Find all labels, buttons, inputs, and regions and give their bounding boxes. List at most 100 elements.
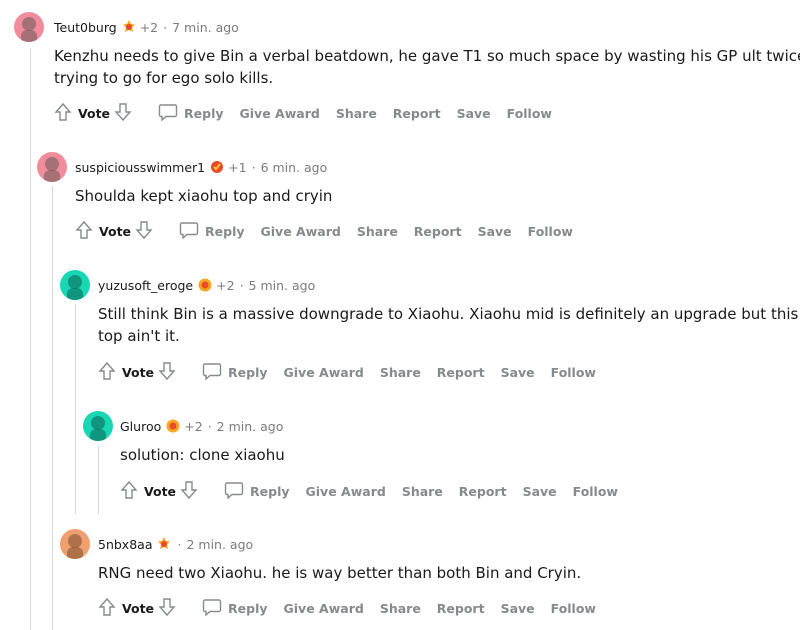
comment-line: Still think Bin is a massive downgrade t…: [98, 305, 799, 323]
username[interactable]: Teut0burg: [54, 20, 117, 35]
vote-label: Vote: [122, 601, 155, 616]
comment-line: solution: clone xiaohu: [120, 446, 285, 464]
upvote-icon[interactable]: [54, 102, 72, 125]
timestamp[interactable]: 2 min. ago: [217, 419, 284, 434]
comment-body: solution: clone xiaohu: [120, 444, 285, 466]
downvote-icon[interactable]: [114, 102, 132, 125]
save-button[interactable]: Save: [523, 484, 557, 499]
comment-actions: Vote Reply Give Award Share Report Save …: [98, 597, 596, 620]
downvote-icon[interactable]: [158, 361, 176, 384]
follow-button[interactable]: Follow: [551, 601, 596, 616]
follow-button[interactable]: Follow: [528, 224, 573, 239]
username[interactable]: suspiciousswimmer1: [75, 160, 205, 175]
reply-button[interactable]: Reply: [224, 481, 290, 502]
follow-button[interactable]: Follow: [573, 484, 618, 499]
comment-meta: Teut0burg +2 · 7 min. ago: [54, 19, 239, 35]
thread-line[interactable]: [30, 48, 31, 630]
downvote-icon[interactable]: [158, 597, 176, 620]
reply-button[interactable]: Reply: [179, 221, 245, 242]
reply-label: Reply: [228, 365, 268, 380]
separator: ·: [177, 536, 182, 552]
timestamp[interactable]: 6 min. ago: [261, 160, 328, 175]
save-button[interactable]: Save: [501, 601, 535, 616]
share-button[interactable]: Share: [357, 224, 398, 239]
avatar[interactable]: [60, 529, 90, 559]
reply-icon: [158, 103, 184, 124]
vote-label: Vote: [144, 484, 177, 499]
share-button[interactable]: Share: [380, 365, 421, 380]
comment-actions: Vote Reply Give Award Share Report Save …: [120, 480, 618, 503]
upvote-icon[interactable]: [75, 220, 93, 243]
comment-actions: Vote Reply Give Award Share Report Save …: [98, 361, 596, 384]
give-award-button[interactable]: Give Award: [284, 365, 364, 380]
comment-line: RNG need two Xiaohu. he is way better th…: [98, 564, 582, 582]
username[interactable]: yuzusoft_eroge: [98, 278, 193, 293]
report-button[interactable]: Report: [459, 484, 507, 499]
award-icon: [156, 536, 172, 552]
thread-line[interactable]: [75, 304, 76, 514]
share-button[interactable]: Share: [336, 106, 377, 121]
share-button[interactable]: Share: [402, 484, 443, 499]
report-button[interactable]: Report: [393, 106, 441, 121]
avatar[interactable]: [14, 12, 44, 42]
award-count: +2: [216, 277, 235, 293]
comment-line: Shoulda kept xiaohu top and cryin: [75, 187, 333, 205]
user-avatar-icon: [67, 275, 83, 300]
downvote-icon[interactable]: [180, 480, 198, 503]
reply-button[interactable]: Reply: [202, 598, 268, 619]
comment-meta: Gluroo +2 · 2 min. ago: [120, 418, 283, 434]
reply-button[interactable]: Reply: [202, 362, 268, 383]
timestamp[interactable]: 7 min. ago: [172, 20, 239, 35]
thread-line[interactable]: [98, 446, 99, 514]
comment-body: Shoulda kept xiaohu top and cryin: [75, 185, 332, 207]
user-avatar-icon: [67, 534, 83, 559]
comment-actions: Vote Reply Give Award Share Report Save …: [54, 102, 552, 125]
avatar[interactable]: [83, 411, 113, 441]
give-award-button[interactable]: Give Award: [240, 106, 320, 121]
comment-meta: yuzusoft_eroge +2 · 5 min. ago: [98, 277, 315, 293]
give-award-button[interactable]: Give Award: [306, 484, 386, 499]
reply-label: Reply: [184, 106, 224, 121]
report-button[interactable]: Report: [414, 224, 462, 239]
vote-label: Vote: [78, 106, 111, 121]
give-award-button[interactable]: Give Award: [261, 224, 341, 239]
comment-actions: Vote Reply Give Award Share Report Save …: [75, 220, 573, 243]
avatar[interactable]: [37, 152, 67, 182]
username[interactable]: 5nbx8aa: [98, 537, 152, 552]
comment-line: top ain't it.: [98, 327, 180, 345]
comment-meta: suspiciousswimmer1 +1 · 6 min. ago: [75, 159, 327, 175]
upvote-icon[interactable]: [98, 597, 116, 620]
reply-button[interactable]: Reply: [158, 103, 224, 124]
share-button[interactable]: Share: [380, 601, 421, 616]
award-count: +2: [139, 19, 159, 35]
report-button[interactable]: Report: [437, 365, 485, 380]
timestamp[interactable]: 2 min. ago: [186, 537, 253, 552]
follow-button[interactable]: Follow: [507, 106, 552, 121]
comment-body: Still think Bin is a massive downgrade t…: [98, 303, 798, 347]
reply-label: Reply: [205, 224, 245, 239]
upvote-icon[interactable]: [120, 480, 138, 503]
avatar[interactable]: [60, 270, 90, 300]
comment-body: Kenzhu needs to give Bin a verbal beatdo…: [54, 45, 800, 89]
separator: ·: [251, 159, 256, 175]
reply-icon: [224, 481, 250, 502]
follow-button[interactable]: Follow: [551, 365, 596, 380]
vote-label: Vote: [122, 365, 155, 380]
save-button[interactable]: Save: [478, 224, 512, 239]
save-button[interactable]: Save: [501, 365, 535, 380]
downvote-icon[interactable]: [135, 220, 153, 243]
separator: ·: [207, 418, 212, 434]
award-icon: [197, 277, 213, 293]
save-button[interactable]: Save: [457, 106, 491, 121]
timestamp[interactable]: 5 min. ago: [249, 278, 316, 293]
username[interactable]: Gluroo: [120, 419, 161, 434]
comment-body: RNG need two Xiaohu. he is way better th…: [98, 562, 581, 584]
reply-icon: [202, 598, 228, 619]
upvote-icon[interactable]: [98, 361, 116, 384]
thread-line[interactable]: [52, 186, 53, 630]
separator: ·: [163, 19, 168, 35]
user-avatar-icon: [21, 17, 37, 42]
give-award-button[interactable]: Give Award: [284, 601, 364, 616]
report-button[interactable]: Report: [437, 601, 485, 616]
user-avatar-icon: [44, 157, 60, 182]
